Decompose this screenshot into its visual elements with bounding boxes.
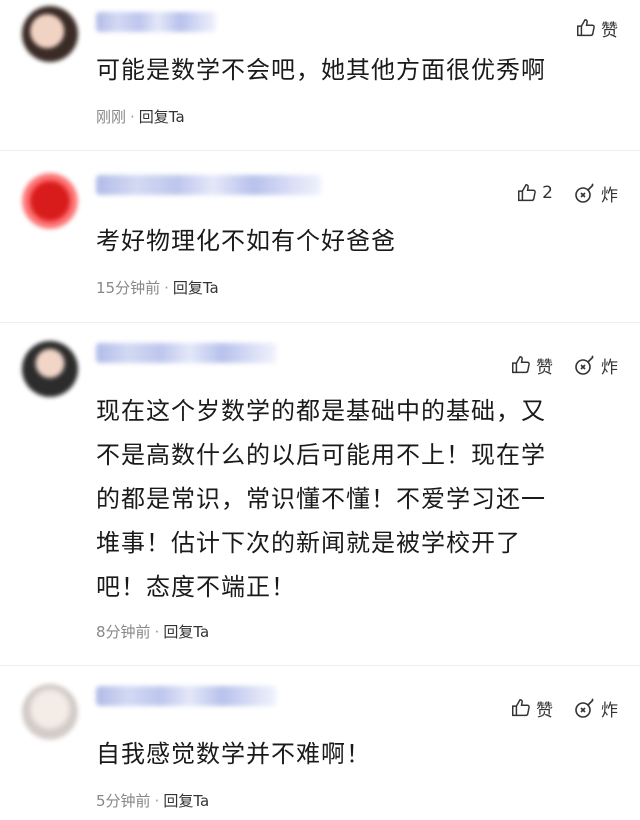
divider [0, 665, 640, 666]
comment-actions: 2 炸 [516, 173, 618, 213]
comment-actions: 赞 炸 [510, 345, 618, 385]
reply-button[interactable]: 回复Ta [163, 792, 209, 810]
avatar[interactable] [22, 341, 78, 397]
avatar[interactable] [22, 684, 78, 740]
username[interactable] [96, 12, 216, 32]
comment-4: 赞 炸 自我感觉数学并不难啊！ 5分钟前 · 回复Ta [0, 680, 640, 820]
comment-actions: 赞 炸 [510, 688, 618, 728]
comment-text: 考好物理化不如有个好爸爸 [96, 227, 396, 255]
divider [0, 150, 640, 151]
comment-time: 刚刚 [96, 108, 127, 126]
bomb-label: 炸 [601, 700, 618, 721]
like-label: 赞 [536, 357, 553, 378]
bomb-icon [575, 183, 594, 203]
bomb-label: 炸 [601, 357, 618, 378]
bomb-button[interactable]: 炸 [573, 696, 618, 721]
comment-meta: 5分钟前 · 回复Ta [96, 792, 210, 810]
like-button[interactable]: 赞 [510, 353, 553, 378]
comment-meta: 15分钟前 · 回复Ta [96, 279, 219, 297]
thumbs-up-icon [577, 19, 595, 37]
comment-text: 现在这个岁数学的都是基础中的基础，又 不是高数什么的以后可能用不上！现在学 的都… [96, 397, 546, 601]
comment-2: 2 炸 考好物理化不如有个好爸爸 15分钟前 · 回复Ta [0, 165, 640, 325]
comment-time: 8分钟前 [96, 623, 151, 641]
comment-time: 15分钟前 [96, 279, 161, 297]
comment-text: 自我感觉数学并不难啊！ [96, 740, 371, 768]
bomb-label: 炸 [601, 185, 618, 206]
username[interactable] [96, 343, 276, 363]
divider [0, 322, 640, 323]
like-button[interactable]: 赞 [510, 696, 553, 721]
avatar[interactable] [22, 173, 78, 229]
bomb-icon [575, 355, 594, 375]
username[interactable] [96, 686, 276, 706]
bomb-icon [575, 698, 594, 718]
bomb-button[interactable]: 炸 [573, 353, 618, 378]
comment-meta: 刚刚 · 回复Ta [96, 108, 185, 126]
reply-button[interactable]: 回复Ta [163, 623, 209, 641]
comment-text: 可能是数学不会吧，她其他方面很优秀啊 [96, 56, 546, 84]
thumbs-up-icon [518, 184, 536, 202]
comment-time: 5分钟前 [96, 792, 151, 810]
like-label: 赞 [601, 20, 618, 41]
comment-3: 赞 炸 现在这个岁数学的都是基础中的基础，又 不是高数什么的以后可能用不上！现在… [0, 335, 640, 665]
username[interactable] [96, 175, 321, 195]
comment-meta: 8分钟前 · 回复Ta [96, 623, 210, 641]
bomb-button[interactable]: 炸 [573, 181, 618, 206]
thumbs-up-icon [512, 356, 530, 374]
reply-button[interactable]: 回复Ta [173, 279, 219, 297]
like-count: 2 [542, 183, 553, 203]
like-button[interactable]: 赞 [575, 16, 618, 41]
like-button[interactable]: 2 [516, 182, 553, 204]
thumbs-up-icon [512, 699, 530, 717]
avatar[interactable] [22, 6, 78, 62]
comment-actions: 赞 [575, 8, 618, 48]
like-label: 赞 [536, 700, 553, 721]
comment-1: 赞 可能是数学不会吧，她其他方面很优秀啊 刚刚 · 回复Ta [0, 0, 640, 150]
reply-button[interactable]: 回复Ta [139, 108, 185, 126]
